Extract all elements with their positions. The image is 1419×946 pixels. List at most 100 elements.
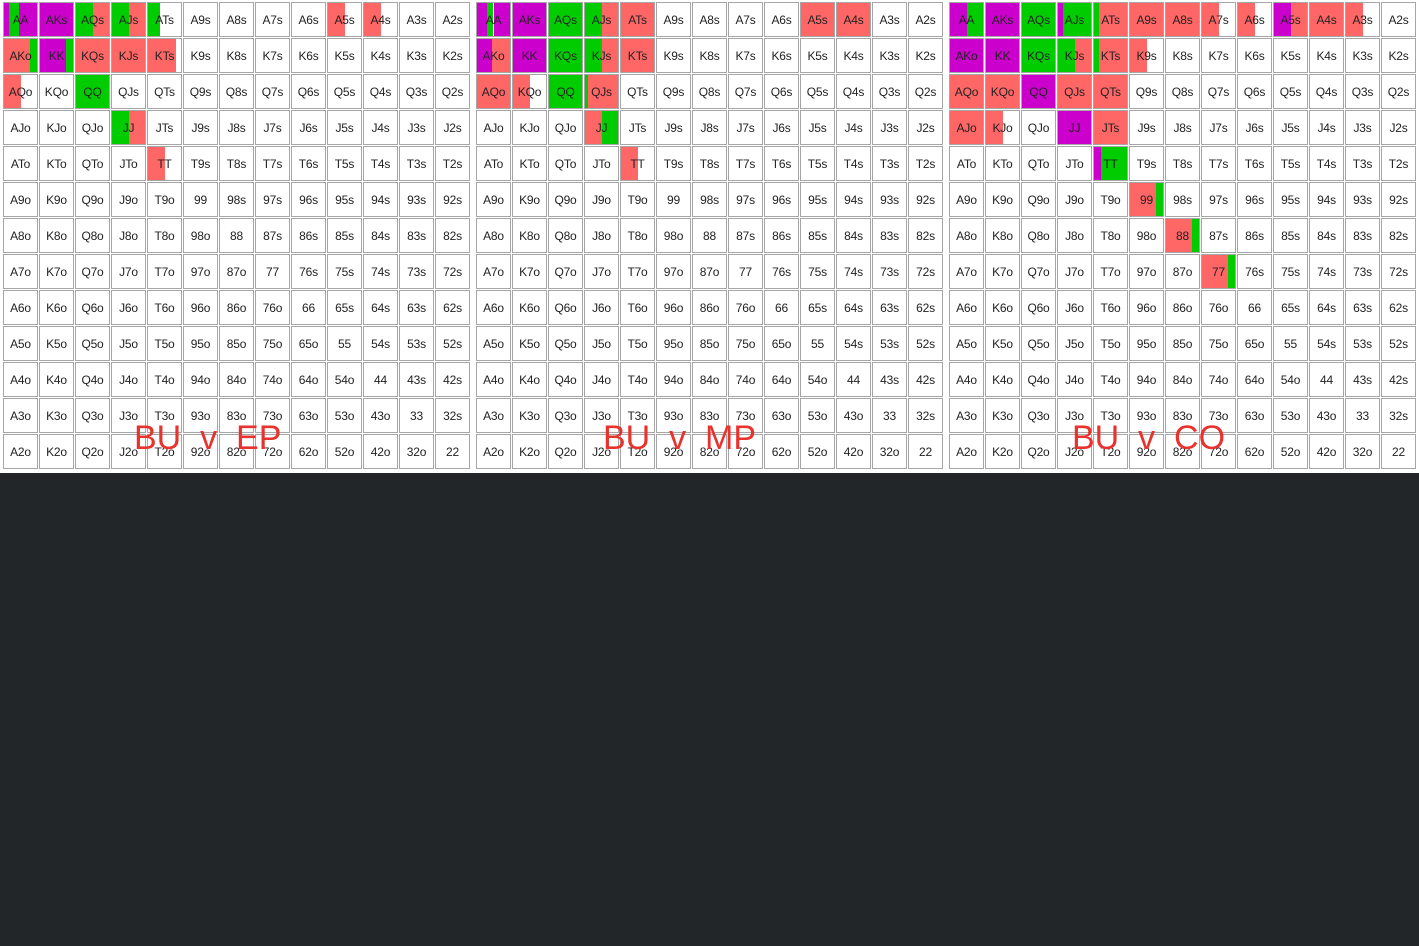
hand-cell[interactable]: K4o — [985, 362, 1020, 397]
hand-cell[interactable]: AQs — [548, 2, 583, 37]
hand-cell[interactable]: J9s — [656, 110, 691, 145]
hand-cell[interactable]: Q9s — [656, 74, 691, 109]
hand-cell[interactable]: Q4s — [363, 74, 398, 109]
hand-cell[interactable]: J8o — [584, 218, 619, 253]
hand-cell[interactable]: T8s — [1165, 146, 1200, 181]
hand-cell[interactable]: K9o — [512, 182, 547, 217]
hand-cell[interactable]: Q3s — [872, 74, 907, 109]
hand-cell[interactable]: A7s — [1201, 2, 1236, 37]
hand-cell[interactable]: 95o — [1129, 326, 1164, 361]
hand-cell[interactable]: T4s — [1309, 146, 1344, 181]
hand-cell[interactable]: T7s — [1201, 146, 1236, 181]
hand-cell[interactable]: AKs — [39, 2, 74, 37]
hand-cell[interactable]: KTs — [147, 38, 182, 73]
hand-cell[interactable]: KTs — [620, 38, 655, 73]
hand-cell[interactable]: T4o — [1093, 362, 1128, 397]
hand-cell[interactable]: AJo — [3, 110, 38, 145]
hand-cell[interactable]: Q7s — [728, 74, 763, 109]
hand-cell[interactable]: J7o — [1057, 254, 1092, 289]
hand-cell[interactable]: A3o — [949, 398, 984, 433]
hand-cell[interactable]: 82o — [692, 434, 727, 469]
hand-cell[interactable]: 77 — [1201, 254, 1236, 289]
hand-cell[interactable]: 73o — [1201, 398, 1236, 433]
hand-cell[interactable]: AA — [949, 2, 984, 37]
hand-cell[interactable]: 63o — [1237, 398, 1272, 433]
hand-cell[interactable]: 98o — [656, 218, 691, 253]
hand-cell[interactable]: 86s — [291, 218, 326, 253]
hand-cell[interactable]: T3s — [1345, 146, 1380, 181]
hand-cell[interactable]: 98s — [1165, 182, 1200, 217]
hand-cell[interactable]: 83o — [219, 398, 254, 433]
hand-cell[interactable]: K7o — [985, 254, 1020, 289]
hand-cell[interactable]: Q8s — [1165, 74, 1200, 109]
hand-cell[interactable]: J2o — [584, 434, 619, 469]
hand-cell[interactable]: A5s — [327, 2, 362, 37]
hand-cell[interactable]: A5o — [949, 326, 984, 361]
hand-cell[interactable]: 54s — [836, 326, 871, 361]
hand-cell[interactable]: 96o — [1129, 290, 1164, 325]
hand-cell[interactable]: J3o — [584, 398, 619, 433]
hand-cell[interactable]: 75s — [800, 254, 835, 289]
hand-cell[interactable]: JTo — [111, 146, 146, 181]
hand-cell[interactable]: JTs — [147, 110, 182, 145]
hand-cell[interactable]: 72s — [1381, 254, 1416, 289]
hand-cell[interactable]: 84s — [836, 218, 871, 253]
hand-cell[interactable]: 32o — [872, 434, 907, 469]
hand-cell[interactable]: AJo — [949, 110, 984, 145]
hand-cell[interactable]: 74o — [1201, 362, 1236, 397]
hand-cell[interactable]: KQo — [985, 74, 1020, 109]
hand-cell[interactable]: 96s — [291, 182, 326, 217]
hand-cell[interactable]: 98o — [183, 218, 218, 253]
hand-cell[interactable]: A9s — [183, 2, 218, 37]
hand-cell[interactable]: Q4o — [548, 362, 583, 397]
hand-cell[interactable]: J4o — [1057, 362, 1092, 397]
hand-cell[interactable]: K2o — [39, 434, 74, 469]
hand-cell[interactable]: 88 — [692, 218, 727, 253]
hand-cell[interactable]: T6s — [291, 146, 326, 181]
hand-cell[interactable]: 97o — [656, 254, 691, 289]
hand-cell[interactable]: 93s — [399, 182, 434, 217]
hand-cell[interactable]: TT — [147, 146, 182, 181]
hand-cell[interactable]: QQ — [75, 74, 110, 109]
hand-cell[interactable]: 75s — [327, 254, 362, 289]
hand-cell[interactable]: 55 — [800, 326, 835, 361]
hand-cell[interactable]: Q8o — [75, 218, 110, 253]
hand-cell[interactable]: KQo — [512, 74, 547, 109]
hand-cell[interactable]: T5s — [800, 146, 835, 181]
hand-cell[interactable]: 85s — [327, 218, 362, 253]
hand-cell[interactable]: A3s — [399, 2, 434, 37]
hand-cell[interactable]: 22 — [1381, 434, 1416, 469]
hand-cell[interactable]: K3s — [1345, 38, 1380, 73]
hand-cell[interactable]: J5s — [327, 110, 362, 145]
hand-cell[interactable]: 52o — [1273, 434, 1308, 469]
hand-cell[interactable]: TT — [620, 146, 655, 181]
hand-cell[interactable]: Q8o — [1021, 218, 1056, 253]
hand-cell[interactable]: K2o — [985, 434, 1020, 469]
hand-cell[interactable]: 99 — [1129, 182, 1164, 217]
hand-cell[interactable]: 64o — [291, 362, 326, 397]
hand-cell[interactable]: 97o — [183, 254, 218, 289]
hand-cell[interactable]: 44 — [363, 362, 398, 397]
hand-cell[interactable]: 87o — [692, 254, 727, 289]
hand-cell[interactable]: T9o — [1093, 182, 1128, 217]
hand-cell[interactable]: A2s — [435, 2, 470, 37]
hand-cell[interactable]: K4o — [512, 362, 547, 397]
hand-cell[interactable]: T4s — [363, 146, 398, 181]
hand-cell[interactable]: Q7o — [75, 254, 110, 289]
hand-cell[interactable]: 53o — [800, 398, 835, 433]
hand-cell[interactable]: AKo — [949, 38, 984, 73]
hand-cell[interactable]: Q2o — [1021, 434, 1056, 469]
hand-cell[interactable]: KJo — [512, 110, 547, 145]
hand-cell[interactable]: ATs — [147, 2, 182, 37]
hand-cell[interactable]: A8s — [219, 2, 254, 37]
hand-cell[interactable]: Q4o — [75, 362, 110, 397]
hand-cell[interactable]: 73s — [399, 254, 434, 289]
hand-cell[interactable]: K6o — [512, 290, 547, 325]
hand-cell[interactable]: 32s — [908, 398, 943, 433]
hand-cell[interactable]: K3o — [985, 398, 1020, 433]
hand-cell[interactable]: Q9o — [1021, 182, 1056, 217]
hand-cell[interactable]: A3o — [476, 398, 511, 433]
hand-cell[interactable]: A8o — [949, 218, 984, 253]
hand-cell[interactable]: 52s — [1381, 326, 1416, 361]
hand-cell[interactable]: A8o — [3, 218, 38, 253]
